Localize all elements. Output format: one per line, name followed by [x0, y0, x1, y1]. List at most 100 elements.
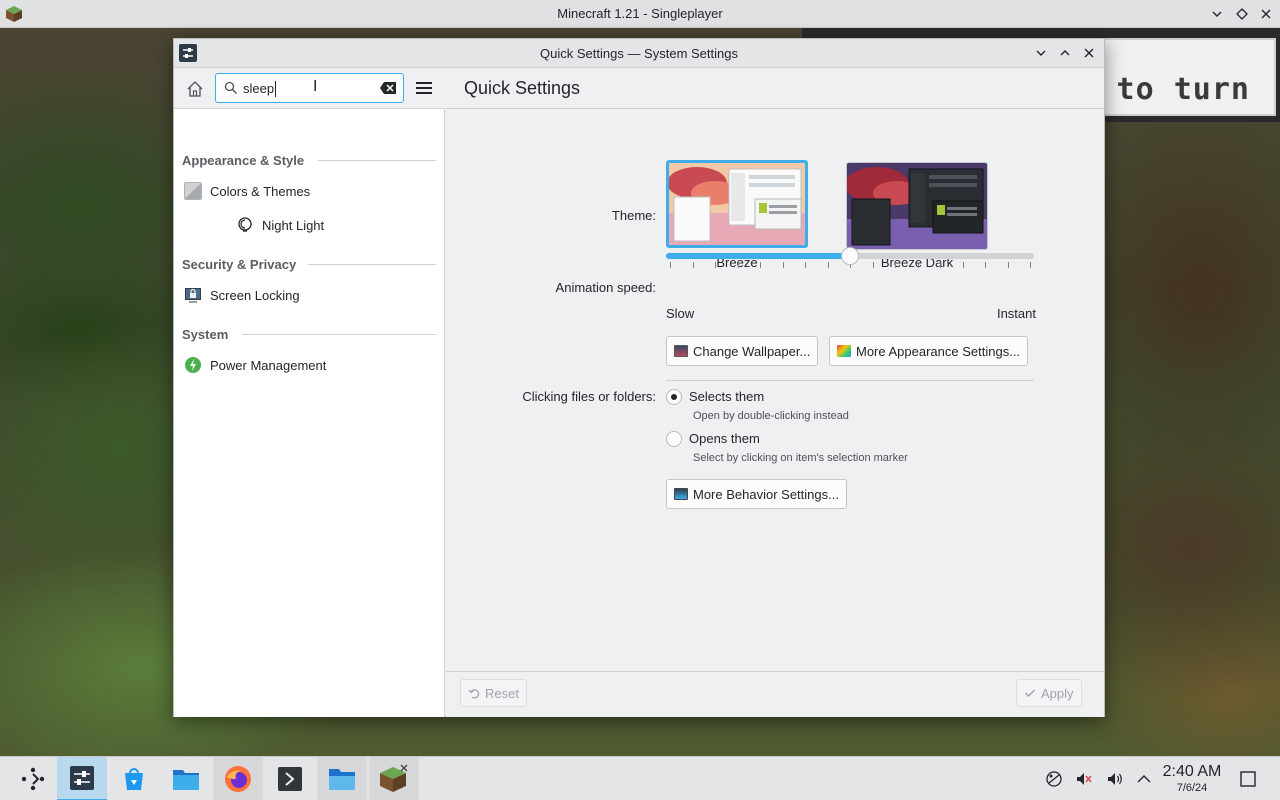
sidebar-item-label: Power Management — [210, 357, 327, 373]
hamburger-line — [416, 82, 432, 84]
audio-muted-tray-button[interactable] — [1074, 769, 1094, 789]
slider-tick — [895, 262, 896, 268]
radio-opens-them-label[interactable]: Opens them — [689, 431, 760, 446]
slider-max-label: Instant — [996, 306, 1036, 321]
maximize-button[interactable] — [1232, 4, 1252, 24]
more-behavior-label: More Behavior Settings... — [693, 486, 839, 502]
behavior-icon — [674, 488, 688, 500]
section-divider — [666, 380, 1034, 381]
file-manager-icon — [329, 769, 355, 790]
sidebar-item-label: Night Light — [262, 217, 325, 233]
hamburger-line — [416, 92, 432, 94]
show-desktop-button[interactable] — [1238, 769, 1258, 789]
clear-search-icon[interactable] — [379, 81, 397, 95]
application-launcher-button[interactable] — [8, 757, 58, 800]
apply-label: Apply — [1041, 685, 1074, 701]
sidebar-item-colors-themes[interactable]: Colors & Themes — [184, 182, 310, 200]
slider-tick — [670, 262, 671, 268]
radio-opens-them[interactable] — [666, 431, 682, 447]
chevron-up-icon — [1060, 50, 1070, 56]
speaker-muted-icon — [1077, 773, 1092, 785]
category-security-privacy: Security & Privacy — [182, 257, 297, 272]
volume-tray-button[interactable] — [1105, 769, 1125, 789]
wallpaper-icon — [674, 345, 688, 357]
konsole-icon — [278, 767, 302, 791]
clock-date[interactable]: 7/6/24 — [1160, 782, 1224, 794]
chevron-up-icon — [1137, 775, 1151, 783]
sidebar-item-power-management[interactable]: Power Management — [184, 356, 326, 374]
category-system: System — [182, 327, 229, 342]
slider-tick — [782, 262, 784, 268]
network-icon — [1046, 771, 1062, 787]
category-divider — [308, 264, 436, 265]
network-tray-button[interactable] — [1044, 769, 1064, 789]
more-appearance-settings-button[interactable]: More Appearance Settings... — [829, 336, 1029, 366]
home-button[interactable] — [182, 76, 208, 102]
clock-time[interactable]: 2:40 AM — [1160, 763, 1224, 781]
apply-button[interactable]: Apply — [1016, 679, 1082, 707]
window-titlebar: Quick Settings — System Settings — [174, 39, 1104, 68]
sidebar: sleep I Appearance & Style Colors & Them… — [174, 69, 445, 717]
close-icon — [1261, 9, 1271, 19]
main-content: Quick Settings Theme: Breeze Animation s… — [446, 69, 1104, 717]
slider-handle[interactable] — [841, 247, 859, 265]
power-management-icon — [185, 357, 201, 373]
more-behavior-settings-button[interactable]: More Behavior Settings... — [666, 479, 847, 509]
breeze-dark-theme-preview — [847, 163, 987, 249]
slider-tick — [985, 262, 986, 268]
page-title: Quick Settings — [464, 78, 581, 98]
window-maximize-button[interactable] — [1055, 43, 1075, 63]
taskbar-konsole[interactable] — [265, 757, 315, 800]
firefox-icon — [225, 766, 251, 792]
chevron-down-icon — [1036, 50, 1046, 56]
application-launcher-icon — [21, 767, 45, 791]
hamburger-line — [416, 87, 432, 89]
theme-option-breeze[interactable] — [666, 160, 808, 248]
taskbar-discover[interactable] — [109, 757, 159, 800]
window-minimize-button[interactable] — [1031, 43, 1051, 63]
tray-expand-button[interactable] — [1134, 769, 1154, 789]
slider-tick — [962, 262, 964, 268]
close-button[interactable] — [1256, 4, 1276, 24]
sidebar-item-night-light[interactable]: Night Light — [236, 216, 324, 234]
taskbar-file-manager[interactable] — [317, 757, 367, 800]
window-close-button[interactable] — [1079, 43, 1099, 63]
change-wallpaper-label: Change Wallpaper... — [693, 343, 811, 359]
taskbar-dolphin[interactable] — [161, 757, 211, 800]
theme-label: Theme: — [611, 208, 656, 223]
close-icon — [1084, 48, 1094, 58]
sidebar-item-screen-locking[interactable]: Screen Locking — [184, 286, 300, 304]
slider-tick — [715, 262, 716, 268]
radio-selects-them[interactable] — [666, 389, 682, 405]
theme-option-breeze-dark[interactable] — [846, 162, 988, 250]
search-input[interactable]: sleep — [243, 81, 277, 97]
night-light-icon — [238, 217, 252, 232]
reset-button[interactable]: Reset — [460, 679, 527, 707]
slider-tick — [1007, 262, 1009, 268]
footer-divider — [446, 671, 1104, 672]
more-appearance-label: More Appearance Settings... — [856, 343, 1021, 359]
slider-fill — [666, 253, 850, 259]
taskbar-minecraft[interactable] — [369, 757, 419, 800]
taskbar-firefox[interactable] — [213, 757, 263, 800]
system-settings-window: Quick Settings — System Settings sleep I — [173, 38, 1105, 717]
discover-icon — [125, 768, 143, 790]
appearance-icon — [837, 345, 851, 357]
undo-icon — [468, 689, 480, 699]
taskbar: 2:40 AM 7/6/24 — [0, 756, 1280, 800]
search-field[interactable]: sleep — [215, 73, 404, 103]
screen-locking-icon — [185, 288, 201, 303]
radio-selects-them-hint: Open by double-clicking instead — [693, 410, 849, 422]
change-wallpaper-button[interactable]: Change Wallpaper... — [666, 336, 819, 366]
sidebar-item-label: Screen Locking — [210, 287, 300, 303]
radio-selects-them-label[interactable]: Selects them — [689, 389, 764, 404]
slider-tick — [940, 262, 941, 268]
minimize-button[interactable] — [1207, 4, 1227, 24]
show-desktop-icon — [1240, 771, 1256, 787]
hamburger-menu-button[interactable] — [413, 77, 435, 99]
reset-label: Reset — [485, 685, 519, 701]
category-divider — [318, 160, 436, 161]
breeze-theme-preview — [669, 163, 805, 245]
colors-themes-icon — [184, 182, 202, 200]
taskbar-system-settings[interactable] — [57, 757, 107, 800]
